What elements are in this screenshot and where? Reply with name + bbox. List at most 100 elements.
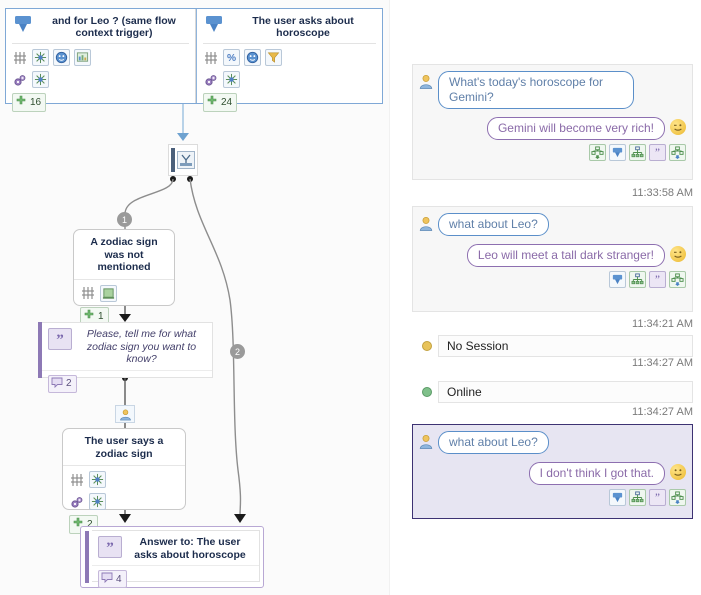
chat-log-panel[interactable]: What's today's horoscope for Gemini? Gem… xyxy=(412,0,701,595)
timestamp-1: 11:33:58 AM xyxy=(632,187,693,199)
gears-icon[interactable] xyxy=(12,72,28,88)
edge-badge-1[interactable]: 1 xyxy=(117,212,132,227)
bot-message-bubble[interactable]: I don't think I got that. xyxy=(529,462,665,485)
snowflake-icon[interactable] xyxy=(32,71,49,88)
arrow-blue-icon[interactable] xyxy=(609,144,626,161)
user-message-bubble[interactable]: What's today's horoscope for Gemini? xyxy=(438,71,634,109)
sliders-icon[interactable] xyxy=(203,50,219,66)
chat-actions-1: ” xyxy=(413,140,692,166)
answer-node-header: ” Answer to: The user asks about horosco… xyxy=(92,531,259,566)
percent-icon[interactable]: % xyxy=(223,49,240,66)
snowflake-icon[interactable] xyxy=(89,493,106,510)
quote-purple-icon[interactable]: ” xyxy=(649,271,666,288)
tree-node-icon[interactable] xyxy=(629,144,646,161)
flow-diagram-canvas[interactable]: and for Leo ? (same flow context trigger… xyxy=(0,0,390,595)
smiley-blue-icon[interactable] xyxy=(244,49,261,66)
purple-accent-bar xyxy=(38,322,42,378)
prompt-comment-chip[interactable]: 2 xyxy=(48,375,77,393)
tree-green-icon[interactable] xyxy=(669,144,686,161)
trigger-count-chip[interactable]: 24 xyxy=(203,93,237,112)
trigger-count: 24 xyxy=(221,97,232,108)
trigger-arrow-icon xyxy=(12,13,34,38)
chat-block-1[interactable]: What's today's horoscope for Gemini? Gem… xyxy=(412,64,693,180)
arrow-blue-icon[interactable] xyxy=(609,271,626,288)
quote-purple-icon[interactable]: ” xyxy=(649,144,666,161)
green-screen-icon[interactable] xyxy=(100,285,117,302)
prompt-count: 2 xyxy=(66,378,72,389)
trigger-title: The user asks about horoscope xyxy=(230,13,376,39)
svg-text:%: % xyxy=(227,53,236,64)
quote-purple-icon[interactable]: ” xyxy=(649,489,666,506)
trigger-count: 16 xyxy=(30,97,41,108)
trigger-header: and for Leo ? (same flow context trigger… xyxy=(12,13,189,44)
bot-message-bubble[interactable]: Gemini will become very rich! xyxy=(487,117,665,140)
sliders-icon[interactable] xyxy=(69,472,85,488)
flow-node-no-zodiac[interactable]: A zodiac sign was not mentioned 1 xyxy=(73,229,175,306)
status-row-no-session[interactable]: No Session xyxy=(412,335,693,357)
gears-icon[interactable] xyxy=(203,72,219,88)
flow-node-answer[interactable]: ” Answer to: The user asks about horosco… xyxy=(80,526,264,588)
trigger-card-horoscope[interactable]: The user asks about horoscope % xyxy=(196,9,382,103)
timestamp-2: 11:34:21 AM xyxy=(632,318,693,330)
trigger-group[interactable]: and for Leo ? (same flow context trigger… xyxy=(5,8,383,104)
node-icon-row xyxy=(80,285,168,302)
chart-icon[interactable] xyxy=(74,49,91,66)
arrow-blue-icon[interactable] xyxy=(609,489,626,506)
prompt-node-inner: ” Please, tell me for what zodiac sign y… xyxy=(42,322,213,378)
chat-bot-row: Gemini will become very rich! xyxy=(413,109,692,140)
chat-block-2[interactable]: what about Leo? Leo will meet a tall dar… xyxy=(412,206,693,312)
sliders-icon[interactable] xyxy=(12,50,28,66)
status-row-online[interactable]: Online xyxy=(412,381,693,403)
tree-node-icon[interactable] xyxy=(629,271,646,288)
chat-actions-2: ” xyxy=(413,267,692,293)
snowflake-icon[interactable] xyxy=(89,471,106,488)
status-dot-icon xyxy=(422,341,432,351)
prompt-node-header: ” Please, tell me for what zodiac sign y… xyxy=(42,323,212,371)
trigger-icon-row-2 xyxy=(203,71,376,88)
branch-split-icon xyxy=(177,151,195,169)
funnel-icon[interactable] xyxy=(265,49,282,66)
user-message-bubble[interactable]: what about Leo? xyxy=(438,431,549,454)
trigger-icon-row-2 xyxy=(12,71,189,88)
tree-node-icon[interactable] xyxy=(629,489,646,506)
trigger-header: The user asks about horoscope xyxy=(203,13,376,44)
flow-node-user-says-zodiac[interactable]: The user says a zodiac sign xyxy=(62,428,186,510)
tree-green-icon[interactable] xyxy=(589,144,606,161)
plus-icon xyxy=(15,95,27,110)
flow-node-prompt[interactable]: ” Please, tell me for what zodiac sign y… xyxy=(38,322,213,378)
trigger-icon-row-1: % xyxy=(203,49,376,66)
answer-text: Answer to: The user asks about horoscope xyxy=(129,536,251,561)
answer-comment-chip[interactable]: 4 xyxy=(98,570,127,588)
chat-user-row: what about Leo? xyxy=(413,425,692,454)
quote-icon: ” xyxy=(98,536,122,558)
tree-green-icon[interactable] xyxy=(669,271,686,288)
svg-text:”: ” xyxy=(655,147,660,159)
trigger-count-chip[interactable]: 16 xyxy=(12,93,46,112)
status-label: Online xyxy=(438,381,693,403)
gears-icon[interactable] xyxy=(69,494,85,510)
svg-text:”: ” xyxy=(56,333,64,345)
snowflake-icon[interactable] xyxy=(32,49,49,66)
trigger-card-leo[interactable]: and for Leo ? (same flow context trigger… xyxy=(6,9,196,103)
smiley-blue-icon[interactable] xyxy=(53,49,70,66)
svg-text:”: ” xyxy=(655,492,660,504)
svg-text:”: ” xyxy=(106,541,114,553)
edge-badge-2[interactable]: 2 xyxy=(230,344,245,359)
answer-node-inner: ” Answer to: The user asks about horosco… xyxy=(92,530,260,582)
user-avatar-icon xyxy=(419,216,433,231)
branch-node[interactable] xyxy=(168,144,198,176)
node-icon-row-2 xyxy=(69,493,179,510)
trigger-title: and for Leo ? (same flow context trigger… xyxy=(39,13,189,39)
user-message-bubble[interactable]: what about Leo? xyxy=(438,213,549,236)
sliders-icon[interactable] xyxy=(80,285,96,301)
tree-green-icon[interactable] xyxy=(669,489,686,506)
user-step-icon[interactable] xyxy=(115,405,135,423)
trigger-icon-row-1 xyxy=(12,49,189,66)
user-avatar-icon xyxy=(419,74,433,89)
snowflake-icon[interactable] xyxy=(223,71,240,88)
timestamp-3: 11:34:27 AM xyxy=(632,357,693,369)
timestamp-4: 11:34:27 AM xyxy=(632,406,693,418)
bot-message-bubble[interactable]: Leo will meet a tall dark stranger! xyxy=(467,244,665,267)
svg-text:”: ” xyxy=(655,274,660,286)
chat-block-selected[interactable]: what about Leo? I don't think I got that… xyxy=(412,424,693,519)
